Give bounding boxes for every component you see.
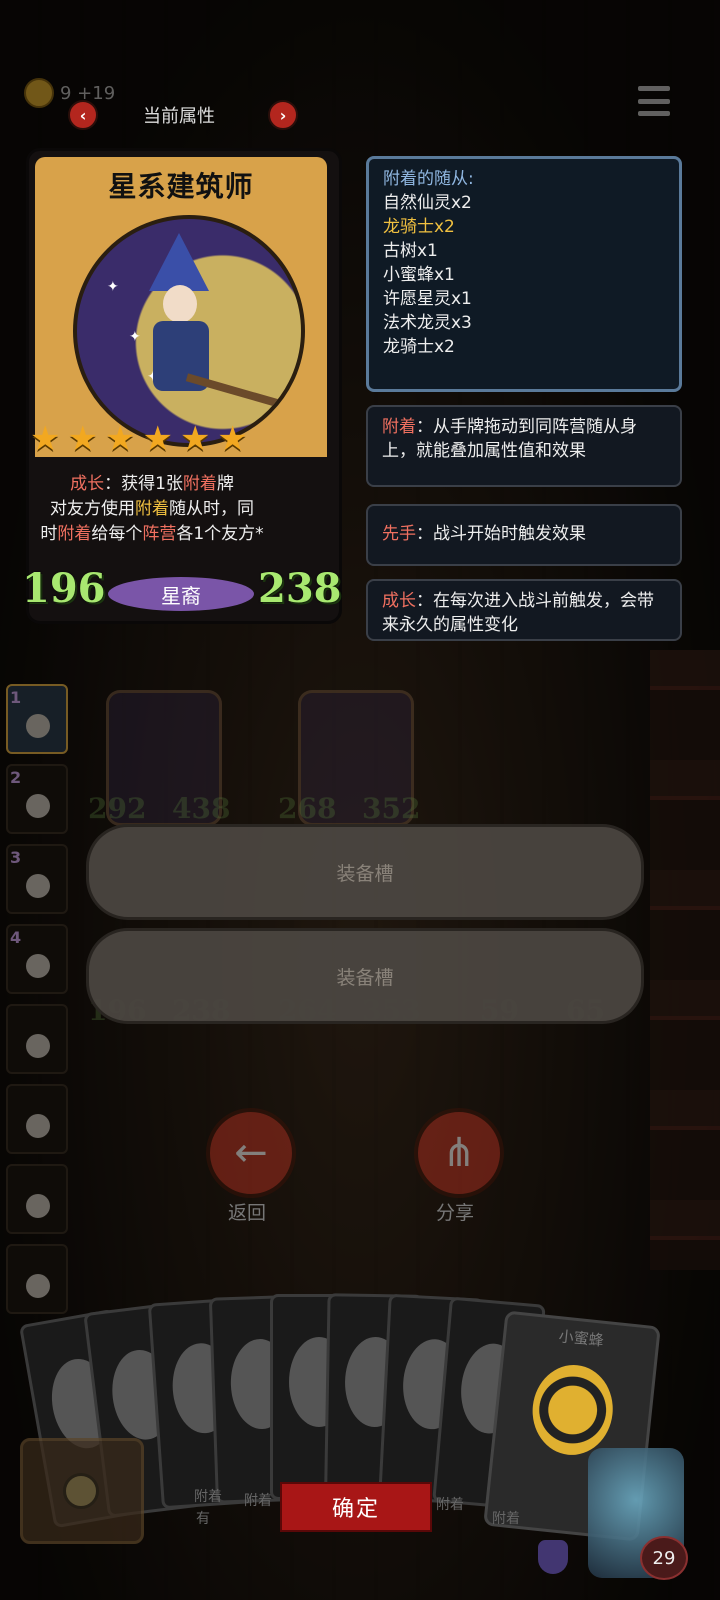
- keyword-term: 先手: [382, 524, 416, 544]
- broom-icon: [185, 373, 285, 409]
- card-label: 附着: [492, 1511, 520, 1527]
- card-name: 小蜜蜂: [557, 1327, 605, 1350]
- share-icon: ⋔: [442, 1130, 476, 1176]
- card-label: 附着: [194, 1489, 222, 1505]
- sparkle-icon: ✦: [107, 279, 119, 295]
- witch-portrait: ✦ ✦ ✦: [73, 215, 305, 447]
- list-item: 自然仙灵x2: [383, 193, 472, 213]
- equip-slot-2[interactable]: 装备槽: [86, 928, 644, 1024]
- star-icon: ★: [179, 419, 211, 459]
- hero-card: 星系建筑师 ✦ ✦ ✦: [26, 148, 342, 624]
- star-icon: ★: [104, 419, 136, 459]
- health-value: 238: [258, 565, 342, 612]
- card-description: 成长：获得1张附着牌 对友方使用附着随从时，同 时附着给每个阵营各1个友方*: [10, 472, 294, 547]
- witch-face: [163, 285, 197, 323]
- back-button[interactable]: ←: [206, 1108, 296, 1198]
- coin-icon: [24, 78, 54, 108]
- card-label: 有: [196, 1511, 210, 1527]
- tribe-badge: 星裔: [108, 577, 254, 611]
- confirm-button[interactable]: 确定: [280, 1482, 432, 1532]
- desc-text: 对友方使用: [50, 499, 135, 519]
- player-health: 29: [640, 1536, 688, 1580]
- star-icon: ★: [217, 419, 248, 459]
- keyword-panel-first-strike: 先手：战斗开始时触发效果: [366, 504, 682, 566]
- attached-minions-panel: 附着的随从: 自然仙灵x2 龙骑士x2 古树x1 小蜜蜂x1 许愿星灵x1 法术…: [366, 156, 682, 392]
- treasure-chest[interactable]: [20, 1438, 144, 1544]
- list-item: 古树x1: [383, 241, 438, 261]
- star-icon: ★: [142, 419, 173, 459]
- desc-text: ：获得1张: [104, 474, 183, 494]
- prev-arrow-button[interactable]: ‹: [68, 100, 98, 130]
- desc-text: 给每个: [91, 524, 143, 544]
- gold-counter: 9 +19: [24, 78, 115, 108]
- attack-value: 196: [22, 565, 106, 612]
- star-icon: ★: [30, 419, 61, 459]
- back-label: 返回: [227, 1202, 266, 1224]
- coin-icon: [63, 1473, 99, 1509]
- keyword-term: 成长: [382, 591, 416, 611]
- bee-icon: [528, 1361, 618, 1459]
- attached-header: 附着的随从:: [383, 169, 474, 189]
- desc-text: 时: [40, 524, 58, 544]
- next-arrow-button[interactable]: ›: [268, 100, 298, 130]
- keyword-attach: 附着: [182, 474, 217, 494]
- desc-text: 随从时，同: [169, 499, 254, 519]
- witch-hat-icon: [149, 233, 209, 291]
- list-item: 小蜜蜂x1: [383, 265, 455, 285]
- share-button[interactable]: ⋔: [414, 1108, 504, 1198]
- keyword-growth: 成长: [70, 474, 105, 494]
- keyword-panel-attach: 附着：从手牌拖动到同阵营随从身上，就能叠加属性值和效果: [366, 405, 682, 487]
- keyword-term: 附着: [382, 417, 416, 437]
- card-header: 星系建筑师 ✦ ✦ ✦: [35, 157, 327, 457]
- keyword-panel-growth: 成长：在每次进入战斗前触发，会带来永久的属性变化: [366, 579, 682, 641]
- list-item: 龙骑士x2: [383, 337, 455, 357]
- menu-icon[interactable]: [638, 86, 670, 116]
- list-item: 法术龙灵x3: [383, 313, 472, 333]
- desc-text: 各1个友方*: [176, 524, 264, 544]
- keyword-attach: 附着: [135, 499, 169, 519]
- star-icon: ★: [67, 419, 98, 459]
- shield-icon: [538, 1540, 568, 1574]
- sparkle-icon: ✦: [129, 329, 141, 345]
- share-label: 分享: [435, 1202, 474, 1224]
- arrow-left-icon: ←: [234, 1130, 268, 1176]
- star-rating: ★ ★ ★ ★ ★ ★: [30, 422, 248, 456]
- desc-text: 牌: [216, 474, 234, 494]
- card-label: 附着: [436, 1497, 464, 1513]
- keyword-attach: 附着: [57, 524, 92, 544]
- keyword-text: ：战斗开始时触发效果: [416, 524, 586, 544]
- keyword-text: ：从手牌拖动到同阵营随从身上，就能叠加属性值和效果: [382, 417, 637, 461]
- list-item: 龙骑士x2: [383, 217, 455, 237]
- keyword-text: ：在每次进入战斗前触发，会带来永久的属性变化: [382, 591, 654, 635]
- page-title: 当前属性: [143, 106, 215, 127]
- card-label: 附着: [244, 1493, 272, 1509]
- equip-slot-1[interactable]: 装备槽: [86, 824, 644, 920]
- card-name: 星系建筑师: [108, 170, 254, 203]
- keyword-faction: 阵营: [142, 524, 177, 544]
- list-item: 许愿星灵x1: [383, 289, 472, 309]
